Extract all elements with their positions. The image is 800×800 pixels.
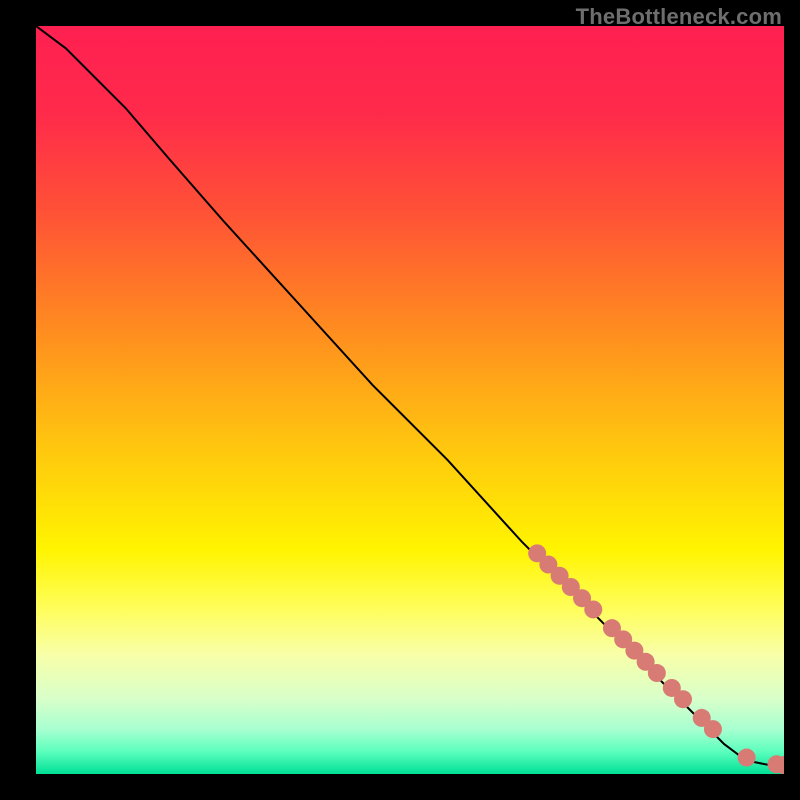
marker-point — [648, 664, 666, 682]
gradient-background — [36, 26, 784, 774]
marker-point — [704, 720, 722, 738]
marker-point — [584, 600, 602, 618]
marker-point — [674, 690, 692, 708]
plot-area — [36, 26, 784, 774]
marker-point — [738, 749, 756, 767]
chart-frame: TheBottleneck.com — [0, 0, 800, 800]
chart-svg — [36, 26, 784, 774]
watermark-label: TheBottleneck.com — [576, 4, 782, 30]
